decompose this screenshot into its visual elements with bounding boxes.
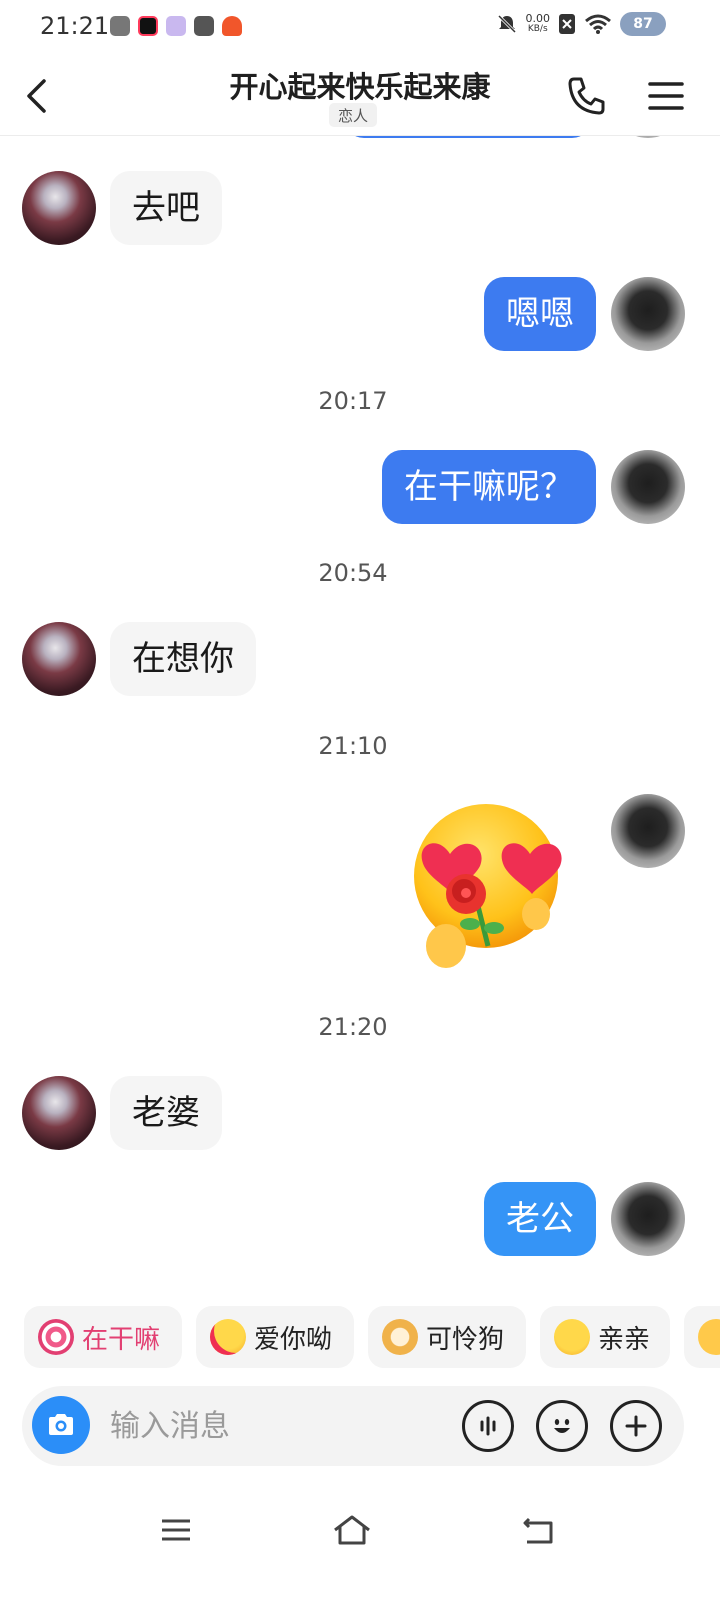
camera-button[interactable] [32,1396,90,1454]
net-speed-unit: KB/s [527,24,548,34]
camera-icon [49,1414,73,1435]
quick-reply-chip[interactable]: 亲亲 [540,1306,670,1368]
menu-lines-icon [162,1519,190,1541]
quick-reply-chip[interactable] [684,1306,720,1368]
system-nav-bar [0,1490,720,1600]
game-app-icon [222,16,242,36]
contact-avatar[interactable] [22,1076,96,1150]
message-bubble-outgoing[interactable]: 在干嘛呢？ [382,450,596,524]
message-timestamp: 20:54 [318,559,388,587]
quick-reply-label: 在干嘛 [82,1324,161,1355]
net-speed-value: 0.00 [525,12,551,25]
contact-name[interactable]: 开心起来快乐起来康 [160,64,560,106]
status-time: 21:21 [40,12,110,40]
battery-indicator: 87 [620,12,666,36]
voice-wave-icon [480,1416,496,1436]
browser-app-icon [166,16,186,36]
mail-app-icon [194,16,214,36]
quick-reply-chip[interactable]: 在干嘛 [24,1306,182,1368]
pink-swirl-icon [38,1319,74,1355]
puppy-emoji-icon [382,1319,418,1355]
quick-reply-label: 爱你呦 [254,1324,333,1355]
quick-reply-chip[interactable]: 爱你呦 [196,1306,354,1368]
heart-eyes-rose-sticker[interactable] [408,796,568,976]
sim-off-icon [559,14,575,34]
message-bubble-outgoing[interactable]: 老公 [484,1182,596,1256]
message-timestamp: 21:10 [318,732,388,760]
back-nav-icon [523,1517,553,1544]
message-input[interactable] [110,1400,440,1452]
chat-header: 开心起来快乐起来康 恋人 [0,56,720,136]
emoji-icon [698,1319,720,1355]
self-avatar[interactable] [611,794,685,868]
message-bubble-incoming[interactable]: 老婆 [110,1076,222,1150]
more-menu-button[interactable] [644,74,688,118]
video-app-icon [138,16,158,36]
message-bubble-incoming[interactable]: 去吧 [110,171,222,245]
quick-reply-label: 可怜狗 [426,1324,505,1355]
quick-reply-chip[interactable]: 可怜狗 [368,1306,526,1368]
message-bubble-incoming[interactable]: 在想你 [110,622,256,696]
smiley-face-icon [554,1419,570,1433]
home-icon [334,1515,370,1545]
self-avatar[interactable] [611,277,685,351]
message-list[interactable]: 去吧 嗯嗯 20:17 在干嘛呢？ 20:54 在想你 21:10 21:20 … [0,136,720,1296]
more-actions-button[interactable] [610,1400,662,1452]
net-speed: 0.00 KB/s [526,13,551,35]
relation-tag: 恋人 [329,103,377,127]
hamburger-menu-icon [648,82,684,110]
self-avatar[interactable] [611,136,685,138]
voice-call-button[interactable] [564,74,608,118]
phone-icon [568,77,605,115]
quick-reply-label: 亲亲 [598,1324,651,1355]
status-bar: 21:21 0.00 KB/s 87 [0,0,720,56]
home-button[interactable] [322,1508,382,1552]
message-timestamp: 21:20 [318,1013,388,1041]
status-indicators: 0.00 KB/s 87 [496,12,666,36]
contact-avatar[interactable] [22,622,96,696]
previous-message-bubble[interactable] [344,136,592,138]
message-timestamp: 20:17 [318,387,388,415]
message-bubble-outgoing[interactable]: 嗯嗯 [484,277,596,351]
back-arrow-icon [27,79,46,113]
hug-emoji-icon [554,1319,590,1355]
message-input-bar [22,1386,684,1466]
wifi-icon [585,14,611,34]
self-avatar[interactable] [611,1182,685,1256]
heart-eyes-emoji-icon [414,804,562,968]
voice-message-button[interactable] [462,1400,514,1452]
recent-apps-button[interactable] [146,1508,206,1552]
app-notification-icon [110,16,130,36]
status-app-icons [110,16,242,36]
emoji-button[interactable] [536,1400,588,1452]
back-button[interactable] [16,74,56,118]
plus-icon [625,1415,647,1437]
contact-avatar[interactable] [22,171,96,245]
mute-bell-icon [497,14,516,34]
heart-eyes-emoji-icon [210,1319,246,1355]
self-avatar[interactable] [611,450,685,524]
back-nav-button[interactable] [508,1508,568,1552]
quick-reply-bar[interactable]: 在干嘛 爱你呦 可怜狗 亲亲 [24,1306,720,1368]
